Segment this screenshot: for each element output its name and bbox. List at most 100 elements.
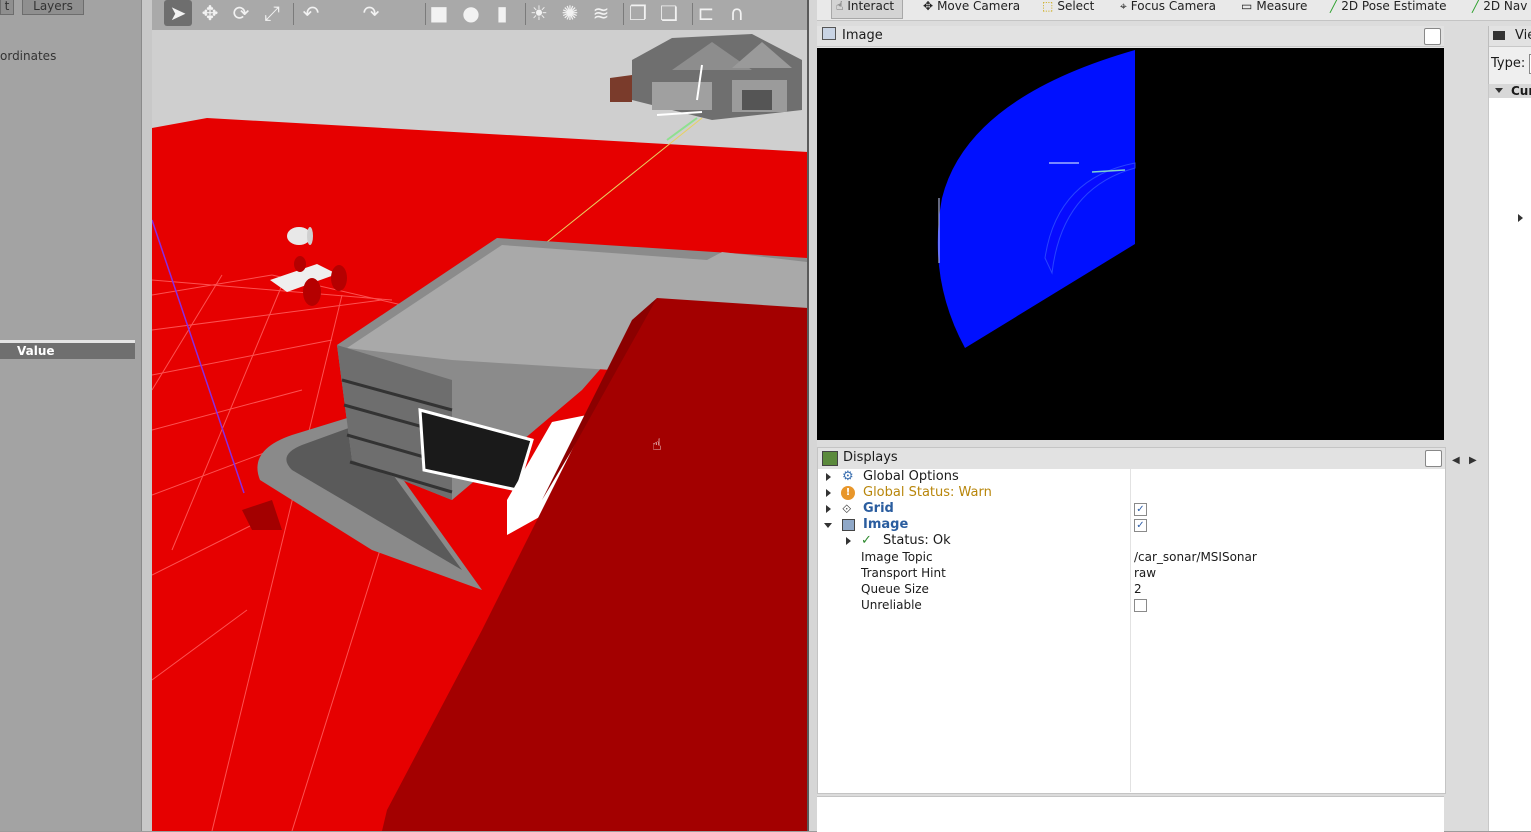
displays-tree: ⚙ Global Options ! Global Status: Warn ⟐… [817,469,1446,794]
select-arrow-icon[interactable]: ➤ [164,0,192,26]
tool-pose-label: 2D Pose Estimate [1341,0,1447,13]
toolbar-separator [425,3,426,25]
image-topic-label: Image Topic [861,550,933,564]
image-icon [822,27,836,40]
unreliable-checkbox[interactable] [1134,599,1147,612]
redo-icon[interactable]: ↷ [357,0,385,26]
bottom-empty-panel [817,796,1444,832]
value-header-label: Value [17,344,55,358]
spherical-coordinates-item[interactable]: ordinates [0,49,56,63]
camera-icon [1493,31,1505,40]
tool-2d-pose-estimate[interactable]: ╱ 2D Pose Estimate [1330,0,1447,18]
toolbar-separator [692,3,693,25]
sphere-shape-icon[interactable]: ● [457,0,485,26]
snap-icon[interactable]: ∩ [723,0,751,26]
cylinder-shape-icon[interactable]: ▮ [488,0,516,26]
transport-hint-value[interactable]: raw [1134,565,1156,581]
displays-title-bar: Displays [817,447,1446,470]
collapse-right-icon[interactable]: ▶ [1469,455,1477,466]
green-arrow-icon: ╱ [1330,0,1338,13]
image-topic-value[interactable]: /car_sonar/MSISonar [1134,549,1257,565]
sonar-image-view [817,48,1444,440]
tool-focus-camera-label: Focus Camera [1130,0,1216,13]
collapse-left-icon[interactable]: ◀ [1452,455,1460,466]
tab-world[interactable]: t [0,0,14,15]
global-status-label: Global Status: Warn [863,485,992,500]
displays-icon [822,451,838,466]
spot-light-icon[interactable]: ✺ [556,0,584,26]
displays-panel-float-button[interactable] [1425,450,1442,467]
gazebo-3d-viewport[interactable]: ☝ [152,30,808,831]
tool-move-camera-label: Move Camera [937,0,1021,13]
copy-icon[interactable]: ❐ [624,0,652,26]
point-light-icon[interactable]: ☀ [525,0,553,26]
tool-2d-nav-goal[interactable]: ╱ 2D Nav [1472,0,1527,18]
tool-nav-label: 2D Nav [1483,0,1528,13]
tab-layers[interactable]: Layers [22,0,84,15]
toolbar-separator [623,3,624,25]
tool-select-label: Select [1057,0,1095,13]
window-gap [809,0,817,831]
expand-arrow-icon[interactable] [1518,214,1523,222]
image-display-label: Image [863,517,909,532]
current-view-label: Cur [1511,84,1531,98]
warning-icon: ! [841,486,855,500]
sonar-fan [937,50,1135,348]
image-panel-title: Image [842,28,883,43]
box-shape-icon[interactable]: ■ [425,0,453,26]
image-display-icon [842,519,855,531]
column-divider[interactable] [1130,469,1131,792]
undo-icon[interactable]: ↶ [297,0,325,26]
tool-interact-label: Interact [847,0,895,13]
ruler-icon: ▭ [1241,0,1253,13]
transport-hint-label: Transport Hint [861,566,946,580]
image-panel-float-button[interactable] [1424,28,1441,45]
rotate-icon[interactable]: ⟳ [227,0,255,26]
tool-move-camera[interactable]: ✥ Move Camera [923,0,1020,18]
image-panel-title-bar: Image [817,26,1444,47]
view-type-label: Type: [1491,56,1526,71]
views-title-bar: Vie [1489,26,1531,47]
tool-interact[interactable]: ☝ Interact [831,0,904,19]
grid-label: Grid [863,501,894,516]
views-tree: Cur [1488,84,1531,831]
collapse-arrow-icon[interactable] [824,523,832,528]
expand-arrow-icon[interactable] [826,473,831,481]
current-view-row[interactable]: Cur [1489,84,1531,98]
scale-icon[interactable]: ⤢ [258,0,286,26]
sonar-image [937,50,1136,348]
move-camera-icon: ✥ [923,0,934,13]
collapse-arrow-icon[interactable] [1495,88,1503,93]
image-enabled-checkbox[interactable]: ✓ [1134,519,1147,532]
tab-world-label: t [4,0,10,13]
grid-enabled-checkbox[interactable]: ✓ [1134,503,1147,516]
directional-light-icon[interactable]: ≋ [587,0,615,26]
toolbar-separator [525,3,526,25]
tool-measure-label: Measure [1256,0,1308,13]
toolbar-separator [293,3,294,25]
paste-icon[interactable]: ❏ [655,0,683,26]
tool-select[interactable]: ⬚ Select [1042,0,1094,18]
views-panel-title: Vie [1515,28,1531,43]
queue-size-value[interactable]: 2 [1134,581,1142,597]
expand-arrow-icon[interactable] [826,489,831,497]
nav-arrow-icon: ╱ [1472,0,1480,13]
align-icon[interactable]: ⊏ [692,0,720,26]
grid-icon: ⟐ [842,502,852,516]
expand-arrow-icon[interactable] [846,537,851,545]
tool-measure[interactable]: ▭ Measure [1241,0,1307,18]
tool-focus-camera[interactable]: ⌖ Focus Camera [1120,0,1216,18]
tab-layers-label: Layers [33,0,73,13]
hand-pointer-icon: ☝ [836,0,844,13]
translate-icon[interactable]: ✥ [196,0,224,26]
gazebo-side-panel [0,0,141,831]
unreliable-label: Unreliable [861,598,922,612]
focus-crosshair-icon: ⌖ [1120,0,1127,13]
mouse-cursor-icon: ☝ [652,435,662,454]
global-options-label: Global Options [863,469,959,484]
gear-icon: ⚙ [842,469,854,484]
displays-panel-title: Displays [843,450,898,465]
expand-arrow-icon[interactable] [826,505,831,513]
select-box-icon: ⬚ [1042,0,1054,13]
checkmark-icon: ✓ [861,533,872,548]
